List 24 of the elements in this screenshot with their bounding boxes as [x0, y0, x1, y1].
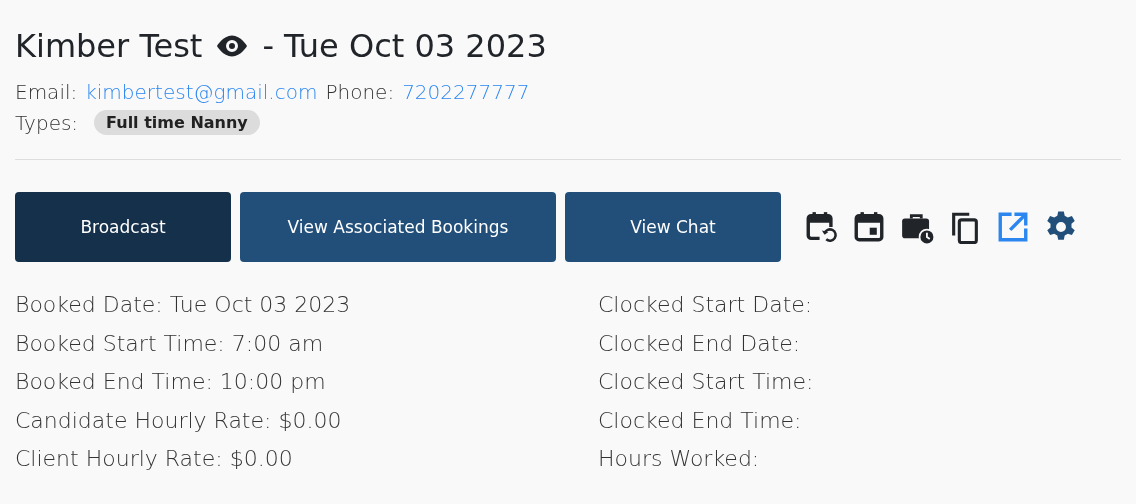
- action-button[interactable]: View Associated Bookings: [240, 192, 556, 262]
- email-link[interactable]: kimbertest@gmail.com: [85, 80, 318, 104]
- detail-text: Client Hourly Rate: $0.00: [15, 446, 294, 473]
- detail-text: Clocked Start Time:: [598, 369, 815, 396]
- types-label: Types:: [15, 110, 79, 135]
- detail-text: Hours Worked:: [598, 446, 761, 473]
- phone-label: Phone:: [325, 80, 395, 104]
- detail-text: Booked Date: Tue Oct 03 2023: [15, 292, 352, 319]
- detail-text: Booked End Time: 10:00 pm: [15, 369, 327, 396]
- calendar-refresh-icon[interactable]: [804, 210, 838, 244]
- detail-text: Booked Start Time: 7:00 am: [15, 330, 325, 358]
- open-external-icon[interactable]: [996, 210, 1030, 244]
- action-button[interactable]: View Chat: [565, 192, 781, 262]
- person-name: Kimber Test: [15, 27, 203, 65]
- detail-text: Clocked End Date:: [598, 330, 802, 358]
- type-tag: Full time Nanny: [94, 110, 260, 135]
- detail-text: Candidate Hourly Rate: $0.00: [15, 407, 343, 435]
- email-label: Email:: [15, 80, 78, 104]
- calendar-icon[interactable]: [852, 210, 886, 244]
- phone-link[interactable]: 7202277777: [402, 80, 530, 104]
- detail-text: Clocked End Time:: [598, 407, 803, 435]
- detail-text: Clocked Start Date:: [598, 292, 814, 319]
- booking-date: - Tue Oct 03 2023: [262, 27, 547, 65]
- action-button[interactable]: Broadcast: [15, 192, 231, 262]
